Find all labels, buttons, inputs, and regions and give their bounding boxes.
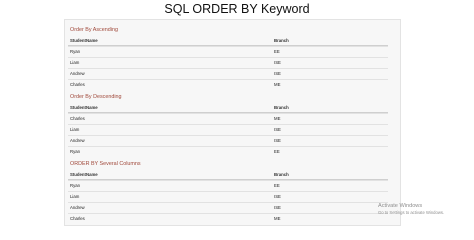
table-row: Ryan EE [68,146,388,157]
table-row: Charles ME [68,113,388,124]
cell-branch: ISE [274,205,281,210]
cell-studentname: Andrew [70,71,85,76]
cell-studentname: Charles [70,216,85,221]
table-row: Andrew ISE [68,68,388,79]
cell-branch: EE [274,49,280,54]
cell-branch: ME [274,216,281,221]
cell-studentname: Liam [70,60,80,65]
cell-branch: ME [274,82,281,87]
table-row: Charles ME [68,213,388,224]
column-header-branch: Branch [274,105,289,110]
table-row: Ryan EE [68,46,388,57]
column-header-studentname: StudentName [70,172,98,177]
section-title-ascending: Order By Ascending [70,27,118,33]
cell-studentname: Charles [70,82,85,87]
table-header-row: StudentName Branch [68,170,388,180]
column-header-branch: Branch [274,38,289,43]
results-table-several-columns: StudentName Branch Ryan EE Liam ISE Andr… [68,170,388,224]
table-row: Andrew ISE [68,202,388,213]
cell-branch: ME [274,116,281,121]
cell-branch: ISE [274,71,281,76]
activate-windows-subtitle: Go to Settings to activate Windows. [378,210,445,215]
section-title-descending: Order By Descending [70,94,122,100]
cell-studentname: Liam [70,194,80,199]
column-header-branch: Branch [274,172,289,177]
table-row: Ryan EE [68,180,388,191]
table-header-row: StudentName Branch [68,36,388,46]
column-header-studentname: StudentName [70,105,98,110]
cell-branch: EE [274,149,280,154]
activate-windows-watermark: Activate Windows Go to Settings to activ… [378,203,474,216]
table-row: Liam ISE [68,57,388,68]
table-header-row: StudentName Branch [68,103,388,113]
table-row: Liam ISE [68,191,388,202]
cell-studentname: Liam [70,127,80,132]
cell-branch: EE [274,183,280,188]
cell-branch: ISE [274,127,281,132]
table-row: Charles ME [68,79,388,90]
activate-windows-title: Activate Windows [378,203,423,209]
table-row: Liam ISE [68,124,388,135]
cell-branch: ISE [274,60,281,65]
page-title: SQL ORDER BY Keyword [164,2,310,16]
cell-studentname: Ryan [70,49,81,54]
results-table-ascending: StudentName Branch Ryan EE Liam ISE Andr… [68,36,388,90]
cell-studentname: Andrew [70,138,85,143]
section-title-several-columns: ORDER BY Several Columns [70,161,141,167]
page: SQL ORDER BY Keyword Order By Ascending … [0,0,474,226]
cell-studentname: Andrew [70,205,85,210]
cell-branch: ISE [274,194,281,199]
cell-studentname: Ryan [70,149,81,154]
cell-branch: ISE [274,138,281,143]
results-table-descending: StudentName Branch Charles ME Liam ISE A… [68,103,388,157]
results-panel: Order By Ascending StudentName Branch Ry… [64,19,401,226]
cell-studentname: Charles [70,116,85,121]
column-header-studentname: StudentName [70,38,98,43]
cell-studentname: Ryan [70,183,81,188]
table-row: Andrew ISE [68,135,388,146]
